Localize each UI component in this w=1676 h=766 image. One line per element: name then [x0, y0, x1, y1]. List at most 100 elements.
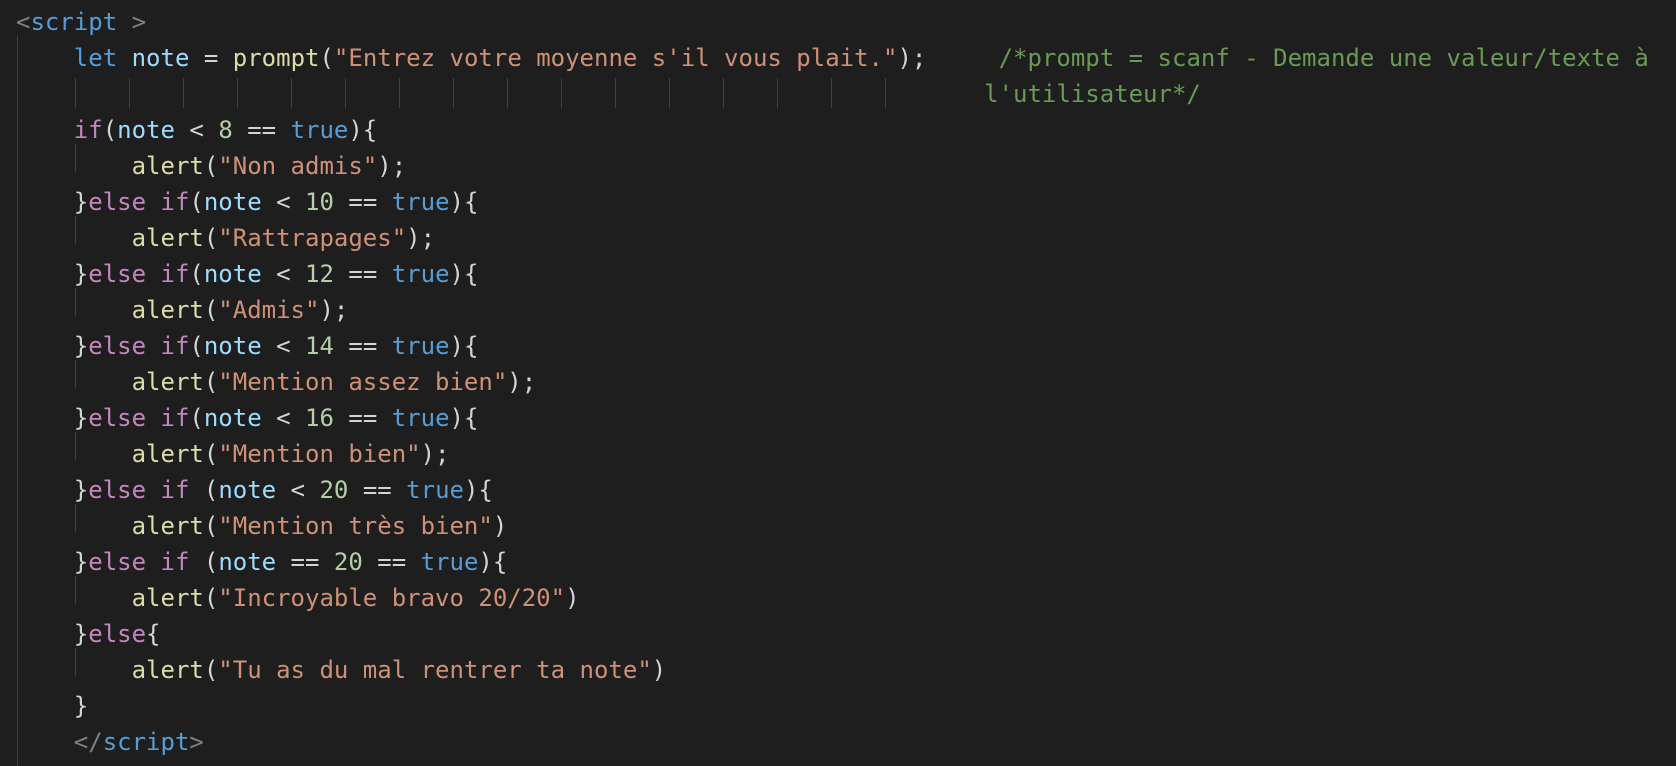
code-token: "Tu as du mal rentrer ta note" [218, 656, 652, 684]
code-line[interactable]: <script > [16, 4, 146, 40]
code-line[interactable]: alert("Rattrapages"); [16, 220, 435, 256]
code-token: ); [406, 224, 436, 252]
code-token: else [88, 620, 147, 648]
code-line[interactable]: alert("Non admis"); [16, 148, 407, 184]
code-token: else [88, 548, 147, 576]
code-token: } [16, 188, 89, 216]
code-line[interactable]: alert("Tu as du mal rentrer ta note") [16, 652, 667, 688]
code-token: alert [131, 368, 204, 396]
code-line[interactable]: }else{ [16, 616, 161, 652]
code-line[interactable]: alert("Incroyable bravo 20/20") [16, 580, 580, 616]
code-token: if [160, 548, 190, 576]
code-line[interactable]: }else if(note < 10 == true){ [16, 184, 479, 220]
code-line[interactable]: l'utilisateur*/ [16, 76, 1201, 112]
code-token: true [406, 476, 464, 504]
code-token: "Non admis" [218, 152, 378, 180]
code-token: 20 [319, 476, 349, 504]
code-token: ( [319, 44, 334, 72]
code-token: let [73, 44, 118, 72]
code-token: < [276, 476, 320, 504]
code-token: ); [507, 368, 537, 396]
code-line[interactable]: </script> [16, 724, 204, 760]
code-line[interactable]: alert("Admis"); [16, 292, 349, 328]
code-line[interactable]: }else if(note < 16 == true){ [16, 400, 479, 436]
code-token: == [333, 332, 392, 360]
code-token: == [333, 404, 392, 432]
code-token: script [102, 728, 190, 756]
code-line[interactable]: let note = prompt("Entrez votre moyenne … [16, 40, 1649, 76]
code-token: if [160, 404, 190, 432]
code-line[interactable]: } [16, 688, 88, 724]
code-line[interactable]: }else if (note < 20 == true){ [16, 472, 493, 508]
code-line[interactable]: }else if(note < 12 == true){ [16, 256, 479, 292]
code-line[interactable]: }else if (note == 20 == true){ [16, 544, 508, 580]
code-token: script [30, 8, 118, 36]
code-token: = [189, 44, 233, 72]
code-token: == [348, 476, 407, 504]
code-token: note [218, 548, 277, 576]
code-token: ); [319, 296, 349, 324]
code-line[interactable]: alert("Mention très bien") [16, 508, 508, 544]
code-editor[interactable]: <script > let note = prompt("Entrez votr… [0, 0, 1676, 766]
code-token: "Rattrapages" [218, 224, 407, 252]
code-token: if [73, 116, 103, 144]
code-token: true [391, 332, 450, 360]
code-token: 16 [305, 404, 334, 432]
code-token: } [16, 620, 89, 648]
code-token: ( [203, 368, 219, 396]
code-line[interactable]: }else if(note < 14 == true){ [16, 328, 479, 364]
code-token: else [88, 260, 147, 288]
code-token: < [261, 260, 306, 288]
code-token: < [174, 116, 219, 144]
code-token: if [160, 260, 190, 288]
code-token: ){ [478, 548, 508, 576]
code-token: else [88, 404, 147, 432]
code-token: > [117, 8, 147, 36]
code-line[interactable]: if(note < 8 == true){ [16, 112, 377, 148]
code-token: ){ [463, 476, 493, 504]
code-token: note [131, 44, 190, 72]
code-token: if [160, 476, 190, 504]
code-token: { [146, 620, 161, 648]
code-token: note [218, 476, 277, 504]
code-token: alert [131, 296, 204, 324]
code-line[interactable]: alert("Mention bien"); [16, 436, 450, 472]
code-token: else [88, 476, 147, 504]
code-token: else [88, 332, 147, 360]
code-token: true [290, 116, 349, 144]
code-token: ( [203, 440, 219, 468]
code-token: alert [131, 656, 204, 684]
code-token: ) [565, 584, 580, 612]
code-token: note [203, 260, 262, 288]
code-token: "Admis" [218, 296, 320, 324]
code-token: note [203, 332, 262, 360]
code-token: l'utilisateur*/ [984, 80, 1201, 108]
code-token: note [203, 188, 262, 216]
code-token: ( [189, 260, 204, 288]
code-token: if [160, 188, 190, 216]
code-token: ( [203, 296, 219, 324]
code-token: "Mention bien" [218, 440, 421, 468]
code-token: true [391, 188, 450, 216]
code-token: ( [102, 116, 118, 144]
code-token: /*prompt = scanf - Demande une valeur/te… [998, 44, 1649, 72]
code-token: alert [131, 584, 204, 612]
code-token: ){ [449, 188, 479, 216]
code-token: > [189, 728, 204, 756]
code-token: ( [203, 584, 219, 612]
code-line[interactable]: alert("Mention assez bien"); [16, 364, 537, 400]
code-token: true [420, 548, 479, 576]
